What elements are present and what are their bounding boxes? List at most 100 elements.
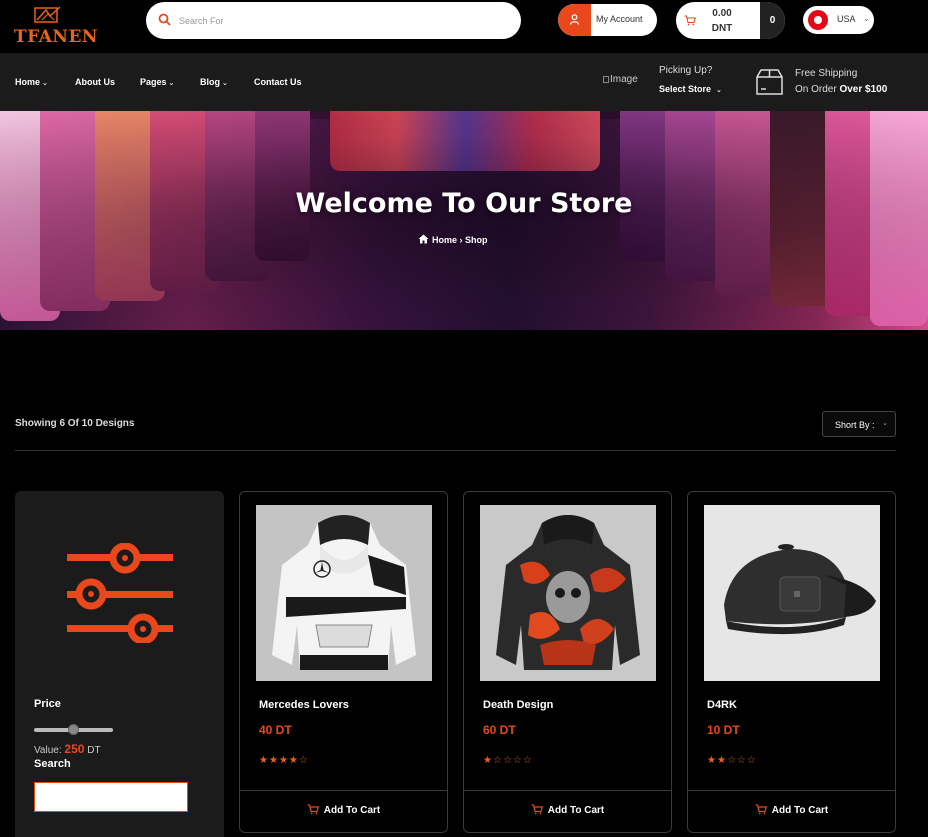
sidebar-search-input[interactable] xyxy=(34,782,188,812)
cart-currency: DNT xyxy=(711,23,733,34)
hero-banner: Welcome To Our Store Home › Shop xyxy=(0,111,928,330)
nav-contact-us[interactable]: Contact Us xyxy=(254,77,302,87)
star-filled-icon: ★ xyxy=(716,755,727,766)
my-account-button[interactable]: My Account xyxy=(558,4,657,36)
nav-blog[interactable]: Blog ⌄ xyxy=(200,77,228,87)
hoodie-image xyxy=(480,505,656,681)
star-filled-icon: ★ xyxy=(483,755,493,766)
select-store-dropdown[interactable]: Select Store ⌄ xyxy=(659,84,722,94)
breadcrumb-home[interactable]: Home xyxy=(432,235,457,245)
nav-pages[interactable]: Pages ⌄ xyxy=(140,77,174,87)
user-icon xyxy=(569,14,580,25)
star-empty-icon: ☆ xyxy=(492,755,503,766)
chevron-down-icon: ⌄ xyxy=(882,420,888,427)
sliders-icon xyxy=(67,543,173,643)
sort-label: Short By : xyxy=(835,420,875,430)
card-divider xyxy=(464,790,671,791)
logo-text: TFANEN xyxy=(14,27,98,47)
nav-blog-label: Blog xyxy=(200,77,220,87)
cart-icon xyxy=(684,15,696,26)
pickup-title: Picking Up? xyxy=(659,65,713,76)
product-image[interactable] xyxy=(480,505,656,681)
filter-sidebar: Price Value: 250 DT Search xyxy=(15,491,224,837)
breadcrumb-separator: › xyxy=(459,235,463,245)
breadcrumb-current: Shop xyxy=(465,235,488,245)
sort-dropdown[interactable]: Short By : ⌄ xyxy=(822,411,896,437)
add-to-cart-button[interactable]: Add To Cart xyxy=(688,804,895,816)
box-icon xyxy=(756,69,783,95)
chevron-down-icon: ⌄ xyxy=(42,80,48,87)
chevron-down-icon: ⌄ xyxy=(863,14,870,23)
toolbar-divider xyxy=(15,450,896,451)
product-card[interactable]: D4RK 10 DT ★★☆☆☆ Add To Cart xyxy=(687,491,896,833)
search-input[interactable] xyxy=(179,2,509,39)
shipping-line-1: Free Shipping xyxy=(795,68,858,79)
search-icon[interactable] xyxy=(158,13,171,26)
shipping-threshold: Over $100 xyxy=(839,84,888,95)
cart-icon xyxy=(307,804,319,815)
cart-amount: 0.00 xyxy=(712,8,732,19)
star-empty-icon: ☆ xyxy=(512,755,523,766)
shipping-line-2: On Order Over $100 xyxy=(795,84,887,95)
star-filled-icon: ★ xyxy=(288,755,299,766)
product-image[interactable] xyxy=(256,505,432,681)
product-image[interactable] xyxy=(704,505,880,681)
product-card[interactable]: Death Design 60 DT ★☆☆☆☆ Add To Cart xyxy=(463,491,672,833)
product-name[interactable]: Death Design xyxy=(483,699,553,711)
add-to-cart-button[interactable]: Add To Cart xyxy=(240,804,447,816)
cap-image xyxy=(704,505,880,681)
account-icon-wrap xyxy=(558,4,591,36)
sidebar-search-label: Search xyxy=(34,758,71,770)
hoodie-image xyxy=(256,505,432,681)
cart-count: 0 xyxy=(760,2,785,39)
chevron-down-icon: ⌄ xyxy=(716,87,722,94)
star-filled-icon: ★ xyxy=(707,755,717,766)
card-divider xyxy=(240,790,447,791)
star-empty-icon: ☆ xyxy=(736,755,747,766)
cart-button[interactable]: 0.00 DNT 0 xyxy=(676,2,785,39)
add-to-cart-button[interactable]: Add To Cart xyxy=(464,804,671,816)
select-store-label: Select Store xyxy=(659,84,712,94)
nav-about-us[interactable]: About Us xyxy=(75,77,115,87)
tunisia-flag-icon xyxy=(808,10,828,30)
price-slider[interactable] xyxy=(34,724,113,735)
product-price: 60 DT xyxy=(483,723,516,737)
results-count: Showing 6 Of 10 Designs xyxy=(15,418,135,429)
language-selector[interactable]: USA ⌄ xyxy=(803,6,874,34)
pickup-broken-image: Image xyxy=(603,74,638,85)
product-rating: ★★☆☆☆ xyxy=(707,755,757,766)
cart-total: 0.00 DNT xyxy=(704,6,740,36)
price-value-unit: DT xyxy=(87,745,101,756)
star-filled-icon: ★ xyxy=(278,755,289,766)
chevron-down-icon: ⌄ xyxy=(222,80,228,87)
search-bar xyxy=(146,2,521,39)
product-name[interactable]: D4RK xyxy=(707,699,737,711)
product-price: 40 DT xyxy=(259,723,292,737)
star-empty-icon: ☆ xyxy=(746,755,757,766)
product-name[interactable]: Mercedes Lovers xyxy=(259,699,349,711)
star-filled-icon: ★ xyxy=(259,755,269,766)
product-card[interactable]: Mercedes Lovers 40 DT ★★★★☆ Add To Cart xyxy=(239,491,448,833)
nav-home[interactable]: Home ⌄ xyxy=(15,77,48,87)
hero-title: Welcome To Our Store xyxy=(295,188,633,219)
star-filled-icon: ★ xyxy=(268,755,279,766)
logo-mark-icon xyxy=(34,6,61,23)
chevron-down-icon: ⌄ xyxy=(168,80,175,87)
hero-overlay xyxy=(0,111,928,330)
price-value-number: 250 xyxy=(64,742,85,756)
home-icon xyxy=(418,234,429,244)
star-empty-icon: ☆ xyxy=(502,755,513,766)
shipping-prefix: On Order xyxy=(795,84,837,95)
star-empty-icon: ☆ xyxy=(522,755,533,766)
product-rating: ★★★★☆ xyxy=(259,755,309,766)
star-empty-icon: ☆ xyxy=(726,755,737,766)
price-value: Value: 250 DT xyxy=(34,742,101,756)
account-label: My Account xyxy=(596,14,643,24)
add-to-cart-label: Add To Cart xyxy=(323,805,381,816)
language-label: USA xyxy=(837,14,856,24)
logo[interactable]: TFANEN xyxy=(14,6,97,47)
price-slider-handle[interactable] xyxy=(68,724,79,735)
main-nav: Home ⌄ About Us Pages ⌄ Blog ⌄ Contact Us I… xyxy=(0,53,928,111)
breadcrumb: Home › Shop xyxy=(418,234,488,245)
pickup-image-alt: Image xyxy=(610,74,638,85)
